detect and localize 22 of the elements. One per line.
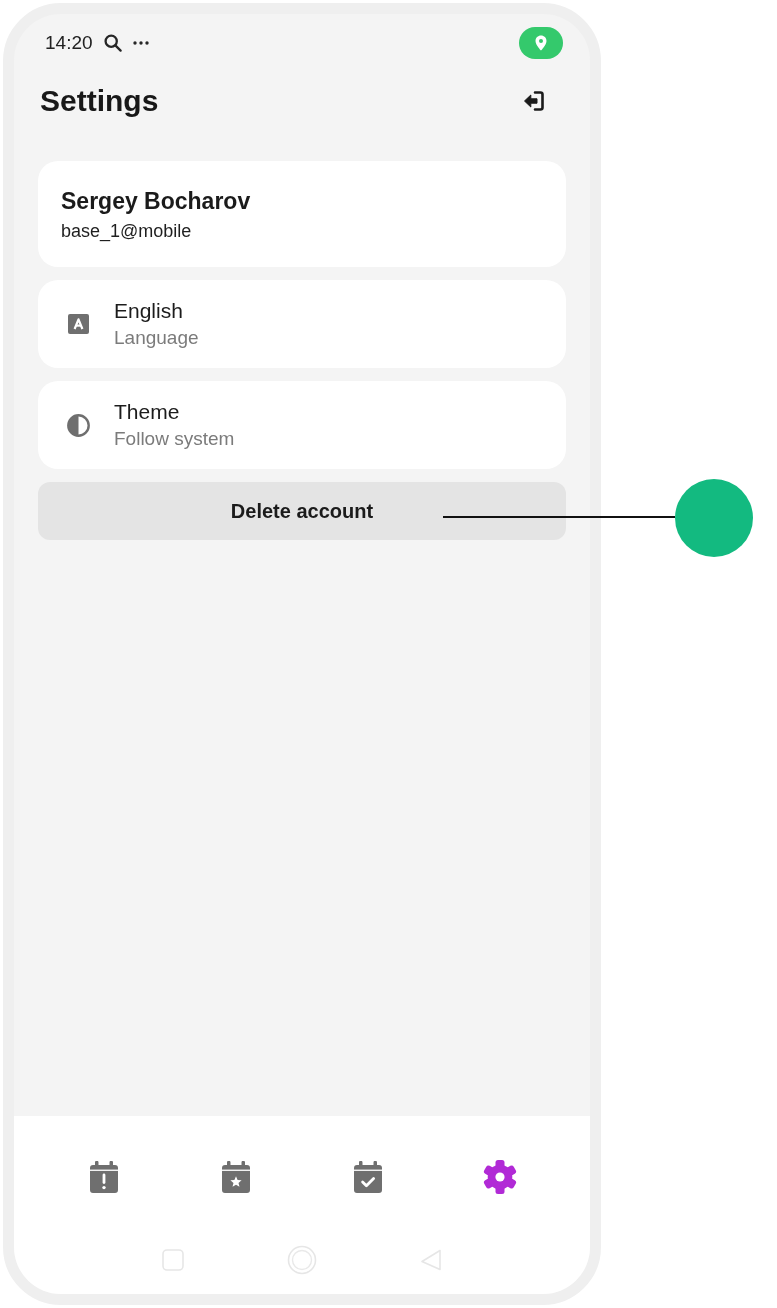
contrast-icon	[66, 413, 90, 437]
letter-a-icon	[67, 314, 89, 334]
calendar-star-icon[interactable]	[222, 1161, 250, 1193]
calendar-check-icon[interactable]	[354, 1161, 382, 1193]
user-name: Sergey Bocharov	[61, 187, 252, 215]
setting-title: Theme	[114, 400, 181, 424]
theme-setting-card[interactable]: Theme Follow system	[38, 381, 566, 469]
user-account: base_1@mobile	[61, 220, 193, 242]
page-title: Settings	[40, 84, 159, 118]
setting-subtitle: Language	[114, 327, 199, 349]
delete-account-button[interactable]: Delete account	[38, 482, 566, 540]
logout-icon[interactable]	[522, 89, 546, 113]
settings-icon[interactable]	[482, 1159, 518, 1195]
search-icon	[103, 34, 122, 52]
calendar-exclamation-icon[interactable]	[90, 1161, 118, 1193]
more-icon	[132, 41, 149, 45]
status-time: 14:20	[45, 32, 93, 54]
language-setting-card[interactable]: English Language	[38, 280, 566, 368]
location-pin-icon	[519, 27, 563, 59]
marker-icon	[675, 479, 753, 557]
setting-title: English	[114, 299, 184, 323]
setting-subtitle: Follow system	[114, 428, 235, 450]
